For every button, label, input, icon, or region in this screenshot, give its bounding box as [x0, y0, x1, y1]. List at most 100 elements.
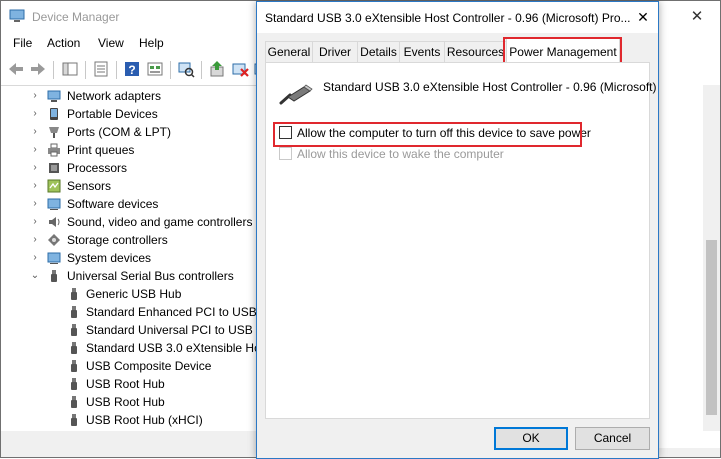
option-highlight-box [273, 122, 582, 147]
svg-text:?: ? [128, 63, 135, 77]
menu-help[interactable]: Help [139, 36, 164, 50]
device-properties-dialog: Standard USB 3.0 eXtensible Host Control… [256, 1, 659, 459]
menu-view[interactable]: View [98, 36, 124, 50]
usb-controller-icon [51, 270, 57, 282]
tree-item-label: Standard USB 3.0 eXtensible Host [86, 341, 271, 355]
tab-details[interactable]: Details [357, 41, 400, 62]
printer-icon [48, 143, 60, 157]
chevron-right-icon[interactable]: › [30, 123, 40, 141]
portable-device-icon [50, 108, 58, 120]
tree-item-network-adapters[interactable]: › Network adapters [1, 87, 263, 105]
chevron-right-icon[interactable]: › [30, 195, 40, 213]
tree-item-usb-controllers[interactable]: ⌄ Universal Serial Bus controllers [1, 267, 263, 285]
tree-item-system-devices[interactable]: › System devices [1, 249, 263, 267]
help-icon[interactable]: ? [123, 60, 141, 78]
software-device-icon [47, 198, 61, 210]
usb-cable-icon [279, 84, 313, 105]
show-hide-tree-icon[interactable] [61, 60, 79, 78]
chevron-down-icon[interactable]: ⌄ [30, 267, 40, 285]
back-arrow-icon[interactable] [7, 60, 25, 78]
tree-item-processors[interactable]: › Processors [1, 159, 263, 177]
tree-item-label: Storage controllers [67, 233, 168, 247]
usb-plug-icon [71, 414, 77, 426]
system-device-icon [47, 252, 61, 264]
tab-driver[interactable]: Driver [312, 41, 358, 62]
chevron-right-icon[interactable]: › [30, 177, 40, 195]
tree-item-label: USB Root Hub (xHCI) [86, 413, 203, 427]
chevron-right-icon[interactable]: › [30, 87, 40, 105]
tree-item-label: USB Root Hub [86, 377, 165, 391]
tree-item-usb-device[interactable]: USB Root Hub [1, 375, 263, 393]
tree-item-label: Software devices [67, 197, 159, 211]
allow-wake-checkbox [279, 147, 292, 160]
forward-arrow-icon[interactable] [29, 60, 47, 78]
cancel-button[interactable]: Cancel [575, 427, 650, 450]
tree-item-usb-device[interactable]: USB Root Hub (xHCI) [1, 411, 263, 429]
menu-action[interactable]: Action [47, 36, 80, 50]
close-icon[interactable]: ✕ [628, 2, 658, 33]
tree-item-usb-device[interactable]: Standard Universal PCI to USB Ho [1, 321, 271, 339]
tab-general[interactable]: General [265, 41, 313, 62]
tree-item-usb-device[interactable]: Standard Enhanced PCI to USB H [1, 303, 269, 321]
tree-item-label: Print queues [67, 143, 135, 157]
tree-item-portable-devices[interactable]: › Portable Devices [1, 105, 263, 123]
tree-item-sound-video-game[interactable]: › Sound, video and game controllers [1, 213, 263, 231]
toolbar-separator [201, 61, 202, 79]
tree-item-software-devices[interactable]: › Software devices [1, 195, 263, 213]
window-title: Device Manager [32, 10, 120, 24]
power-management-panel: Standard USB 3.0 eXtensible Host Control… [265, 62, 656, 419]
sensor-icon [47, 179, 61, 193]
scrollbar-thumb[interactable] [706, 240, 717, 415]
device-tree: › Network adapters › Portable Devices › … [1, 85, 271, 430]
vertical-scrollbar[interactable] [703, 85, 720, 431]
toolbar-separator [116, 61, 117, 79]
port-icon [49, 127, 59, 138]
usb-plug-icon [71, 342, 77, 354]
chevron-right-icon[interactable]: › [30, 213, 40, 231]
device-manager-icon [9, 9, 25, 22]
tree-item-storage-controllers[interactable]: › Storage controllers [1, 231, 263, 249]
close-icon[interactable]: ✕ [674, 1, 720, 32]
tree-item-usb-device[interactable]: USB Composite Device [1, 357, 263, 375]
toolbar-separator [85, 61, 86, 79]
tree-item-label: Generic USB Hub [86, 287, 182, 301]
dialog-title-bar: Standard USB 3.0 eXtensible Host Control… [257, 2, 658, 33]
tab-resources[interactable]: Resources [444, 41, 507, 62]
toolbar-separator [170, 61, 171, 79]
view-resources-icon[interactable] [146, 60, 164, 78]
ok-button[interactable]: OK [494, 427, 568, 450]
tree-item-print-queues[interactable]: › Print queues [1, 141, 263, 159]
tree-item-label: Sensors [67, 179, 112, 193]
tree-item-ports[interactable]: › Ports (COM & LPT) [1, 123, 263, 141]
usb-plug-icon [71, 360, 77, 372]
menu-file[interactable]: File [13, 36, 32, 50]
tree-item-usb-device[interactable]: Generic USB Hub [1, 285, 263, 303]
tree-item-label: USB Root Hub [86, 395, 165, 409]
tree-item-label: Processors [67, 161, 128, 175]
tree-item-sensors[interactable]: › Sensors [1, 177, 263, 195]
chevron-right-icon[interactable]: › [30, 249, 40, 267]
storage-controller-icon [48, 234, 60, 246]
tree-item-label: Ports (COM & LPT) [67, 125, 172, 139]
tree-item-usb-device[interactable]: USB Root Hub [1, 393, 263, 411]
processor-icon [49, 163, 59, 173]
chevron-right-icon[interactable]: › [30, 159, 40, 177]
tree-item-label: Sound, video and game controllers [67, 215, 253, 229]
usb-plug-icon [71, 324, 77, 336]
properties-icon[interactable] [92, 60, 110, 78]
chevron-right-icon[interactable]: › [30, 141, 40, 159]
tree-item-label: Portable Devices [67, 107, 158, 121]
tree-item-usb-device[interactable]: Standard USB 3.0 eXtensible Host [1, 339, 270, 357]
tree-item-label: Network adapters [67, 89, 162, 103]
tree-item-label: System devices [67, 251, 152, 265]
tree-item-label: Standard Enhanced PCI to USB H [86, 305, 269, 319]
speaker-icon [49, 217, 60, 227]
scan-hardware-icon[interactable] [177, 60, 195, 78]
uninstall-device-icon[interactable] [231, 60, 249, 78]
chevron-right-icon[interactable]: › [30, 105, 40, 123]
chevron-right-icon[interactable]: › [30, 231, 40, 249]
horizontal-scrollbar[interactable] [1, 431, 263, 448]
dialog-title: Standard USB 3.0 eXtensible Host Control… [265, 11, 631, 25]
update-driver-icon[interactable] [208, 60, 226, 78]
tab-events[interactable]: Events [399, 41, 445, 62]
